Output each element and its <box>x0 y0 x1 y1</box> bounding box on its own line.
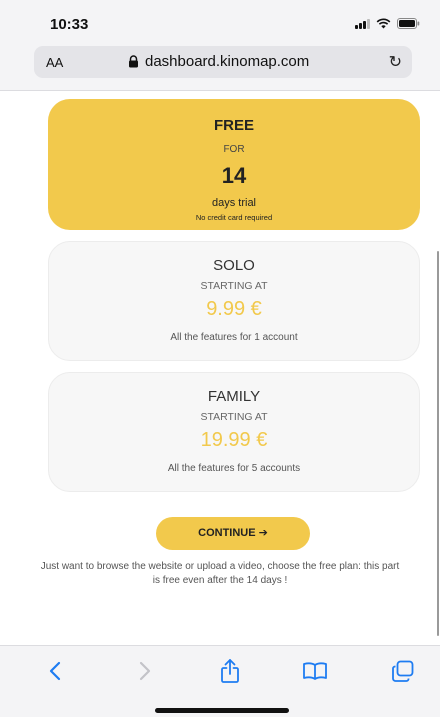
plan-starting-label: STARTING AT <box>200 280 268 292</box>
plan-card-family[interactable]: FAMILY STARTING AT 19.99 € All the featu… <box>48 372 420 492</box>
browser-toolbar <box>0 645 440 717</box>
bookmarks-icon[interactable] <box>300 656 330 686</box>
page-scrollbar[interactable] <box>437 251 439 636</box>
address-bar[interactable]: AA dashboard.kinomap.com ↻ <box>34 46 412 78</box>
reload-icon[interactable]: ↻ <box>389 52 402 72</box>
share-icon[interactable] <box>215 656 245 686</box>
forward-icon[interactable] <box>130 656 160 686</box>
plan-description: All the features for 1 account <box>170 332 298 343</box>
plan-name: FAMILY <box>207 388 261 405</box>
status-time: 10:33 <box>50 16 89 33</box>
status-bar: 10:33 <box>0 0 440 42</box>
battery-icon <box>397 18 420 29</box>
text-size-button[interactable]: AA <box>46 55 63 70</box>
phone-screen: 10:33 AA dashboard.kinomap.com ↻ FREE FO… <box>0 0 440 717</box>
plan-card-solo[interactable]: SOLO STARTING AT 9.99 € All the features… <box>48 241 420 361</box>
status-icons <box>355 18 420 29</box>
lock-icon <box>128 55 139 73</box>
continue-button[interactable]: CONTINUE ➔ <box>156 517 310 550</box>
wifi-icon <box>376 18 391 29</box>
plan-name: FREE <box>213 117 254 134</box>
page-content: FREE FOR 14 days trial No credit card re… <box>0 91 440 645</box>
signal-icon <box>355 19 370 29</box>
browser-address-area: AA dashboard.kinomap.com ↻ <box>0 42 440 91</box>
home-indicator[interactable] <box>155 708 289 713</box>
plan-days: 14 <box>221 163 247 188</box>
url-text[interactable]: dashboard.kinomap.com <box>145 53 309 70</box>
plan-price: 9.99 € <box>206 298 262 320</box>
plan-description: All the features for 5 accounts <box>167 463 301 474</box>
plan-name: SOLO <box>213 257 255 274</box>
free-plan-note: Just want to browse the website or uploa… <box>40 561 400 586</box>
plan-for-label: FOR <box>223 144 245 155</box>
plan-price: 19.99 € <box>200 429 268 451</box>
back-icon[interactable] <box>40 656 70 686</box>
plan-note: No credit card required <box>195 213 273 222</box>
tabs-icon[interactable] <box>388 656 418 686</box>
plan-card-free[interactable]: FREE FOR 14 days trial No credit card re… <box>48 99 420 230</box>
plan-starting-label: STARTING AT <box>200 411 268 423</box>
plan-trial-label: days trial <box>211 197 257 209</box>
